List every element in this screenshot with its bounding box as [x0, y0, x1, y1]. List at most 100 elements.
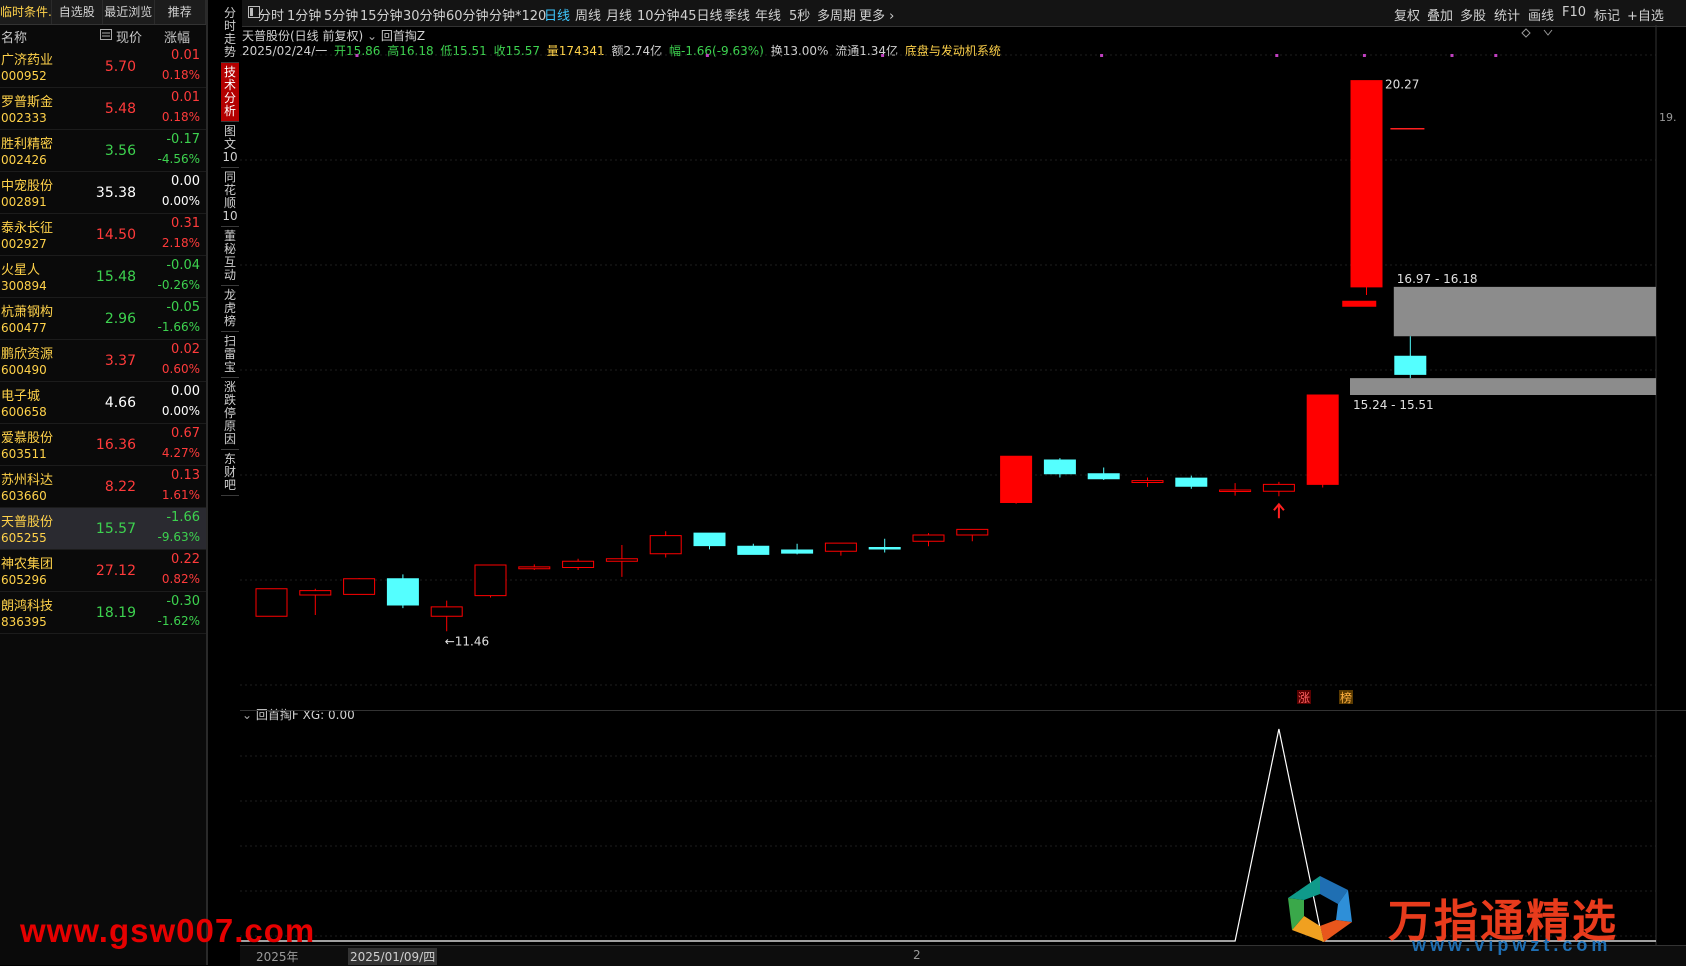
candle — [912, 533, 945, 547]
stock-code: 002891 — [1, 195, 47, 209]
side-tab-5[interactable]: 龙虎榜 — [221, 286, 239, 332]
event-badge[interactable]: 榜 — [1339, 690, 1353, 705]
period-button-4[interactable]: 30分钟 — [403, 5, 446, 24]
period-button-9[interactable]: 月线 — [606, 5, 632, 24]
candle — [430, 600, 463, 632]
chart-diamond-icon[interactable] — [1521, 28, 1531, 38]
signal-dot — [355, 54, 359, 57]
side-tab-1[interactable]: 技术分析 — [221, 63, 239, 122]
tool-button-4[interactable]: 画线 — [1528, 5, 1554, 24]
stock-pct: -9.63% — [157, 530, 200, 544]
tool-button-3[interactable]: 统计 — [1494, 5, 1520, 24]
candle — [562, 558, 595, 570]
signal-dot — [1275, 54, 1279, 57]
list-item[interactable]: 神农集团 605296 27.12 0.22 0.82% — [0, 550, 206, 592]
event-badge[interactable]: 涨 — [1297, 690, 1311, 705]
watchlist-tab-3[interactable]: 推荐 — [155, 0, 206, 24]
list-item[interactable]: 天普股份 605255 15.57 -1.66 -9.63% — [0, 508, 206, 550]
low-price-label: ←11.46 — [445, 634, 489, 648]
period-button-11[interactable]: 45日线 — [680, 5, 723, 24]
period-button-2[interactable]: 5分钟 — [324, 5, 358, 24]
period-button-14[interactable]: 5秒 — [789, 5, 810, 24]
side-tab-6[interactable]: 扫雷宝 — [221, 332, 239, 378]
signal-dot — [1100, 54, 1104, 57]
side-tab-0[interactable]: 分时走势 — [221, 4, 239, 63]
candle — [1087, 467, 1120, 480]
stock-name: 罗普斯金 — [1, 95, 54, 110]
period-button-3[interactable]: 15分钟 — [360, 5, 403, 24]
level-bar — [1342, 300, 1377, 307]
list-item[interactable]: 杭萧钢构 600477 2.96 -0.05 -1.66% — [0, 298, 206, 340]
side-tab-3[interactable]: 同花顺10 — [221, 168, 239, 227]
list-item[interactable]: 火星人 300894 15.48 -0.04 -0.26% — [0, 256, 206, 298]
stock-code: 600477 — [1, 321, 47, 335]
stock-price: 14.50 — [95, 227, 136, 243]
candle — [386, 574, 419, 609]
chart-collapse-icon[interactable] — [1543, 29, 1553, 36]
side-tab-7[interactable]: 涨跌停原因 — [221, 378, 239, 450]
side-tab-bar: 分时走势 技术分析 图文10 同花顺10 董秘互动 龙虎榜 扫雷宝 涨跌停原因 东财吧 — [221, 4, 239, 496]
gap-zone-label: 15.24 - 15.51 — [1353, 398, 1434, 412]
stock-name: 天普股份 — [1, 515, 54, 530]
watchlist-scrollbar[interactable] — [206, 0, 208, 965]
stock-change: 0.01 — [171, 90, 200, 105]
period-button-1[interactable]: 1分钟 — [287, 5, 321, 24]
stock-change: 0.31 — [171, 216, 200, 231]
tool-button-6[interactable]: 标记 — [1594, 5, 1620, 24]
header-name[interactable]: 名称 — [1, 27, 27, 46]
list-item[interactable]: 朗鸿科技 836395 18.19 -0.30 -1.62% — [0, 592, 206, 634]
stock-change: -0.05 — [166, 300, 200, 315]
tool-button-2[interactable]: 多股 — [1460, 5, 1486, 24]
tool-button-5[interactable]: F10 — [1562, 5, 1586, 20]
stock-change: -0.04 — [166, 258, 200, 273]
side-tab-4[interactable]: 董秘互动 — [221, 227, 239, 286]
period-button-16[interactable]: 更多 › — [859, 5, 894, 24]
list-item[interactable]: 中宠股份 002891 35.38 0.00 0.00% — [0, 172, 206, 214]
stock-pct: 0.18% — [161, 68, 200, 82]
period-button-15[interactable]: 多周期 — [817, 5, 856, 24]
period-button-8[interactable]: 周线 — [575, 5, 601, 24]
stock-pct: -0.26% — [157, 278, 200, 292]
period-button-0[interactable]: 分时 — [258, 5, 284, 24]
list-item[interactable]: 爱慕股份 603511 16.36 0.67 4.27% — [0, 424, 206, 466]
tool-button-7[interactable]: +自选 — [1627, 5, 1664, 24]
period-button-12[interactable]: 季线 — [724, 5, 750, 24]
period-button-6[interactable]: 分钟*120 — [489, 5, 546, 24]
header-price[interactable]: 现价 — [116, 27, 142, 46]
tool-button-1[interactable]: 叠加 — [1427, 5, 1453, 24]
list-item[interactable]: 电子城 600658 4.66 0.00 0.00% — [0, 382, 206, 424]
list-item[interactable]: 泰永长征 002927 14.50 0.31 2.18% — [0, 214, 206, 256]
signal-dot — [881, 54, 885, 57]
stock-change: 0.22 — [171, 552, 200, 567]
watchlist-header: 名称 现价 涨幅 — [0, 25, 206, 46]
stock-change: -0.30 — [166, 594, 200, 609]
gap-zone-label: 16.97 - 16.18 — [1397, 272, 1478, 286]
candle — [1219, 483, 1252, 496]
candle — [868, 538, 901, 553]
stock-code: 600490 — [1, 363, 47, 377]
tool-button-0[interactable]: 复权 — [1394, 5, 1420, 24]
list-menu-icon[interactable] — [100, 29, 112, 44]
candle — [1262, 481, 1295, 497]
stock-pct: 0.82% — [161, 572, 200, 586]
side-tab-8[interactable]: 东财吧 — [221, 450, 239, 496]
watchlist-tab-2[interactable]: 最近浏览 — [103, 0, 155, 24]
watchlist-tab-0[interactable]: 临时条件.. — [0, 0, 52, 24]
period-toolbar: 分时 1分钟 5分钟 15分钟 30分钟 60分钟 分钟*120 日线 周线 月线 10分钟 45日线… — [242, 0, 1686, 27]
candlestick-chart[interactable]: 19. 16.97 - 16.18 15.24 - 15.51 20.27 ←11.46… — [240, 25, 1686, 710]
list-item[interactable]: 鹏欣资源 600490 3.37 0.02 0.60% — [0, 340, 206, 382]
side-tab-2[interactable]: 图文10 — [221, 122, 239, 168]
stock-pct: -4.56% — [157, 152, 200, 166]
period-button-13[interactable]: 年线 — [755, 5, 781, 24]
period-button-7[interactable]: 日线 — [544, 5, 570, 24]
watchlist-tab-1[interactable]: 自选股 — [52, 0, 103, 24]
list-item[interactable]: 苏州科达 603660 8.22 0.13 1.61% — [0, 466, 206, 508]
stock-price: 8.22 — [104, 479, 136, 495]
list-item[interactable]: 胜利精密 002426 3.56 -0.17 -4.56% — [0, 130, 206, 172]
period-button-10[interactable]: 10分钟 — [637, 5, 680, 24]
header-change[interactable]: 涨幅 — [164, 27, 190, 46]
period-button-5[interactable]: 60分钟 — [446, 5, 489, 24]
list-item[interactable]: 罗普斯金 002333 5.48 0.01 0.18% — [0, 88, 206, 130]
stock-pct: -1.62% — [157, 614, 200, 628]
list-item[interactable]: 广济药业 000952 5.70 0.01 0.18% — [0, 46, 206, 88]
